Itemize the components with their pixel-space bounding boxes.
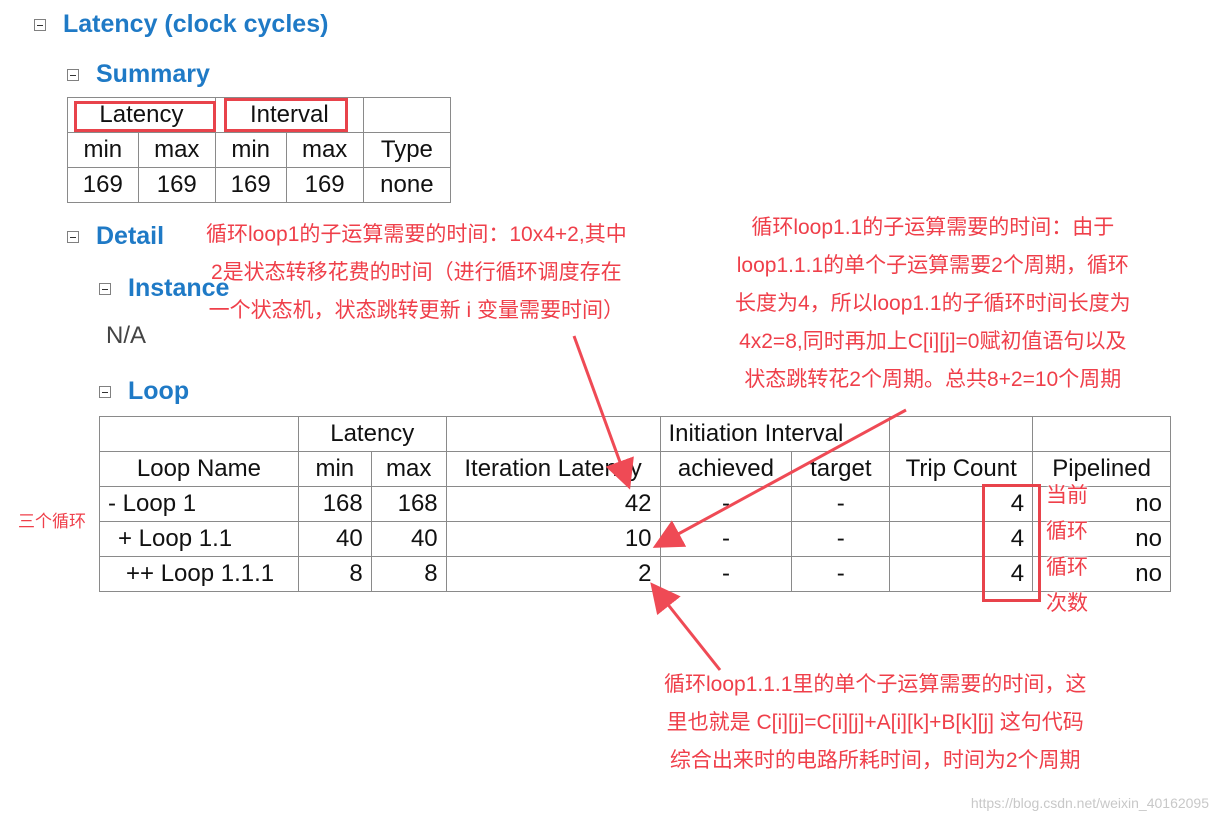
annotation-loop11: 循环loop1.1的子运算需要的时间：由于 loop1.1.1的单个子运算需要2… [735, 216, 1131, 391]
watermark: https://blog.csdn.net/weixin_40162095 [970, 795, 1209, 811]
arrow-loop1 [572, 335, 634, 490]
annotation-trip-count: 当前 循环 循环 次数 [1046, 484, 1088, 615]
arrow-loop111 [650, 582, 722, 671]
arrow-loop11 [652, 408, 907, 548]
annotation-loop111: 循环loop1.1.1里的单个子运算需要的时间，这 里也就是 C[i][j]=C… [664, 673, 1087, 772]
annotation-three-loops: 三个循环 [18, 512, 86, 531]
annotation-loop1: 循环loop1的子运算需要的时间：10x4+2,其中 2是状态转移花费的时间（进… [206, 223, 627, 322]
